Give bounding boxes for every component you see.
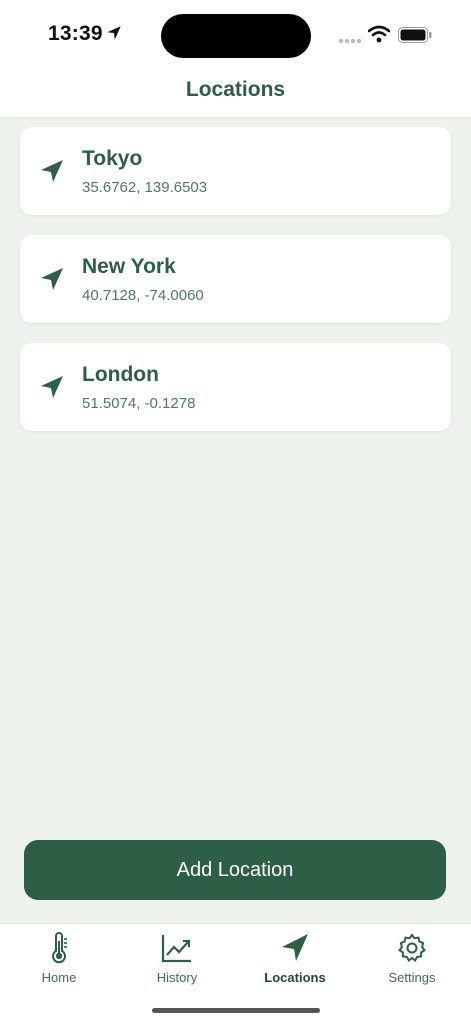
- tab-settings[interactable]: Settings: [353, 932, 471, 985]
- location-name: Tokyo: [82, 147, 143, 170]
- tab-label: History: [156, 970, 198, 985]
- location-coords: 51.5074, -0.1278: [82, 395, 196, 412]
- location-card-tokyo[interactable]: Tokyo 35.6762, 139.6503: [20, 127, 451, 215]
- thermometer-icon: [52, 932, 67, 964]
- status-time: 13:39: [48, 22, 103, 45]
- tab-history[interactable]: History: [118, 932, 236, 985]
- locations-screen: 13:39 Locations Tokyo 35.6762, 139.6503 …: [0, 0, 471, 1024]
- tab-home[interactable]: Home: [0, 932, 118, 985]
- top-bar: 13:39 Locations: [0, 0, 471, 118]
- location-coords: 35.6762, 139.6503: [82, 179, 208, 196]
- tab-label: Home: [41, 970, 77, 985]
- home-indicator[interactable]: [152, 1008, 320, 1013]
- location-coords: 40.7128, -74.0060: [82, 287, 204, 304]
- battery-icon: [398, 27, 432, 43]
- page-title: Locations: [185, 78, 286, 101]
- location-arrow-icon: [282, 934, 308, 961]
- location-card-london[interactable]: London 51.5074, -0.1278: [20, 343, 451, 431]
- locations-list: Tokyo 35.6762, 139.6503 New York 40.7128…: [20, 127, 451, 451]
- tab-locations[interactable]: Locations: [236, 932, 354, 985]
- add-location-button[interactable]: Add Location: [24, 840, 446, 900]
- dynamic-island: [161, 14, 311, 58]
- location-card-new-york[interactable]: New York 40.7128, -74.0060: [20, 235, 451, 323]
- chart-trend-icon: [161, 935, 191, 963]
- location-name: London: [82, 363, 159, 386]
- location-arrow-icon: [41, 376, 63, 398]
- location-name: New York: [82, 255, 176, 278]
- location-services-icon: [107, 26, 121, 40]
- tab-label: Settings: [388, 970, 436, 985]
- location-arrow-icon: [41, 268, 63, 290]
- location-arrow-icon: [41, 160, 63, 182]
- cellular-signal-icon: [338, 38, 362, 44]
- tab-label: Locations: [264, 970, 326, 985]
- wifi-icon: [368, 25, 390, 43]
- gear-icon: [398, 933, 426, 963]
